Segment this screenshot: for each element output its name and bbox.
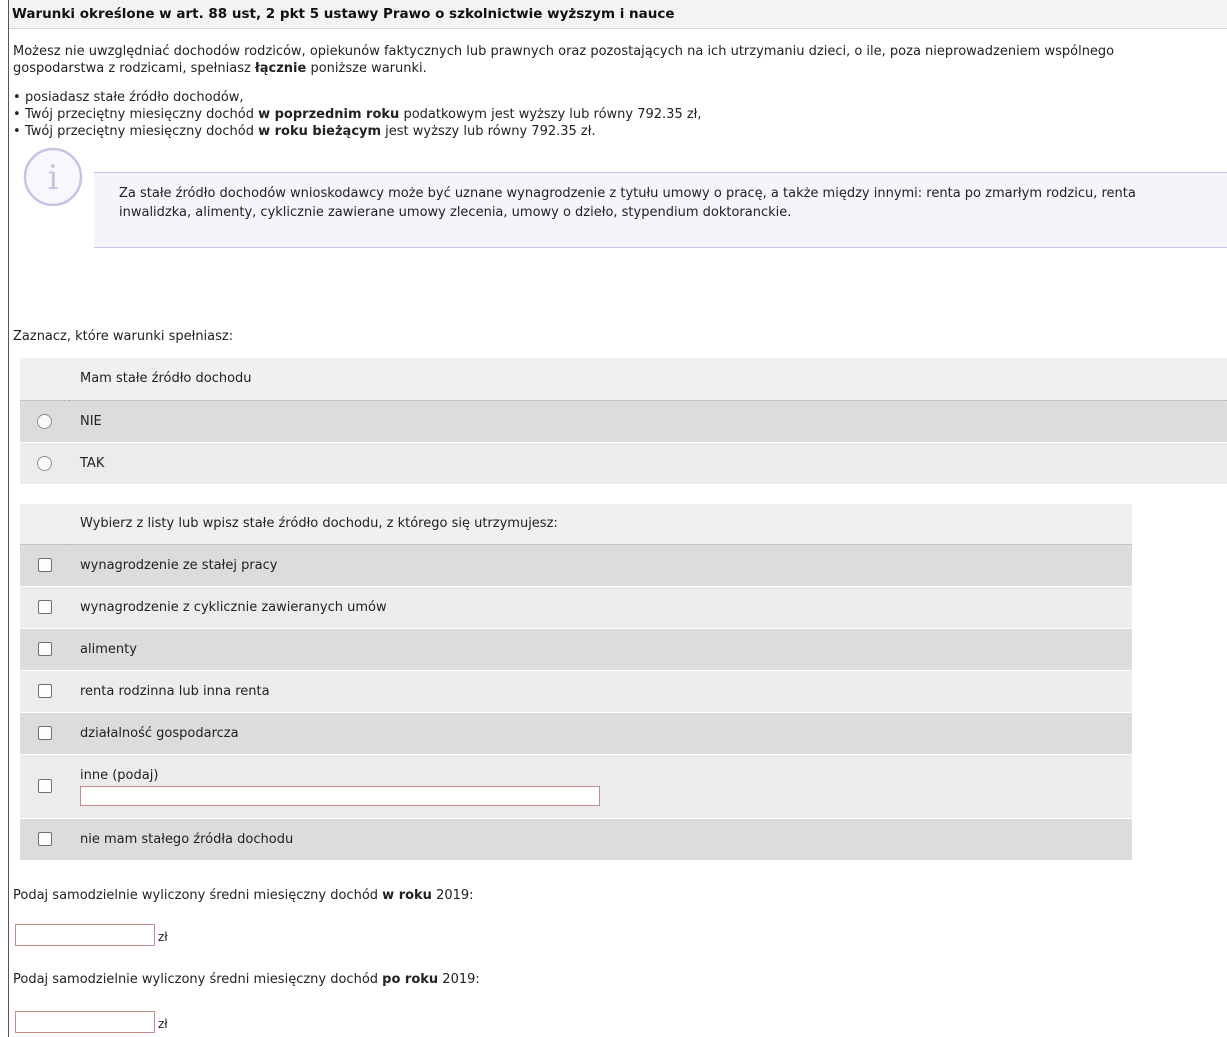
condition-item: Twój przeciętny miesięczny dochód w roku… [13, 123, 1227, 140]
option-label[interactable]: działalność gospodarcza [69, 712, 1132, 755]
option-label[interactable]: renta rodzinna lub inna renta [69, 670, 1132, 713]
question-header: Mam stałe źródło dochodu [69, 358, 1227, 401]
radio-button-tak[interactable] [37, 455, 52, 471]
conditions-list: posiadasz stałe źródło dochodów, Twój pr… [13, 89, 1227, 140]
checkbox[interactable] [37, 558, 52, 572]
other-source-input[interactable] [80, 785, 600, 806]
currency-unit: zł [158, 930, 168, 944]
option-label[interactable]: nie mam stałego źródła dochodu [69, 818, 1132, 861]
income-current-prompt: Podaj samodzielnie wyliczony średni mies… [13, 888, 474, 903]
checkbox[interactable] [37, 684, 52, 698]
info-icon: i [23, 147, 83, 207]
checkbox-option[interactable]: nie mam stałego źródła dochodu [20, 818, 1132, 861]
option-label[interactable]: NIE [69, 400, 1227, 443]
conditions-form: Warunki określone w art. 88 ust, 2 pkt 5… [9, 0, 1227, 1033]
income-source-question: Mam stałe źródło dochodu NIE TAK [20, 358, 1227, 485]
currency-unit: zł [158, 1017, 168, 1031]
income-after-input[interactable] [15, 1011, 155, 1033]
question-prompt: Zaznacz, które warunki spełniasz: [13, 329, 234, 344]
checkbox-option[interactable]: wynagrodzenie ze stałej pracy [20, 544, 1132, 587]
radio-button-nie[interactable] [37, 413, 52, 429]
checkbox[interactable] [37, 726, 52, 740]
info-note: Za stałe źródło dochodów wnioskodawcy mo… [9, 146, 1227, 248]
condition-item: Twój przeciętny miesięczny dochód w popr… [13, 106, 1227, 123]
checkbox-option[interactable]: renta rodzinna lub inna renta [20, 670, 1132, 713]
svg-text:i: i [48, 158, 59, 198]
checkbox[interactable] [37, 600, 52, 614]
income-after-prompt: Podaj samodzielnie wyliczony średni mies… [13, 972, 480, 987]
income-current-input[interactable] [15, 924, 155, 946]
checkbox[interactable] [37, 642, 52, 656]
income-after-row: zł [15, 1011, 168, 1033]
checkbox-option[interactable]: wynagrodzenie z cyklicznie zawieranych u… [20, 586, 1132, 629]
section-title: Warunki określone w art. 88 ust, 2 pkt 5… [9, 0, 1227, 29]
condition-item: posiadasz stałe źródło dochodów, [13, 89, 1227, 106]
income-current-row: zł [15, 924, 168, 946]
option-label[interactable]: TAK [69, 442, 1227, 485]
list-header-row: Wybierz z listy lub wpisz stałe źródło d… [20, 504, 1132, 545]
income-source-list: Wybierz z listy lub wpisz stałe źródło d… [20, 504, 1132, 861]
checkbox[interactable] [37, 832, 52, 846]
info-text: Za stałe źródło dochodów wnioskodawcy mo… [119, 186, 1136, 220]
checkbox-option[interactable]: działalność gospodarcza [20, 712, 1132, 755]
checkbox[interactable] [37, 779, 52, 793]
question-header-row: Mam stałe źródło dochodu [20, 358, 1227, 401]
option-label[interactable]: wynagrodzenie z cyklicznie zawieranych u… [69, 586, 1132, 629]
intro-text: Możesz nie uwzględniać dochodów rodziców… [13, 44, 1115, 76]
checkbox-option-other[interactable]: inne (podaj) [20, 754, 1132, 819]
checkbox-option[interactable]: alimenty [20, 628, 1132, 671]
radio-option-nie[interactable]: NIE [20, 400, 1227, 443]
option-label[interactable]: alimenty [69, 628, 1132, 671]
radio-option-tak[interactable]: TAK [20, 442, 1227, 485]
option-label[interactable]: inne (podaj) [80, 767, 1132, 784]
list-header: Wybierz z listy lub wpisz stałe źródło d… [69, 504, 1132, 545]
option-label[interactable]: wynagrodzenie ze stałej pracy [69, 544, 1132, 587]
